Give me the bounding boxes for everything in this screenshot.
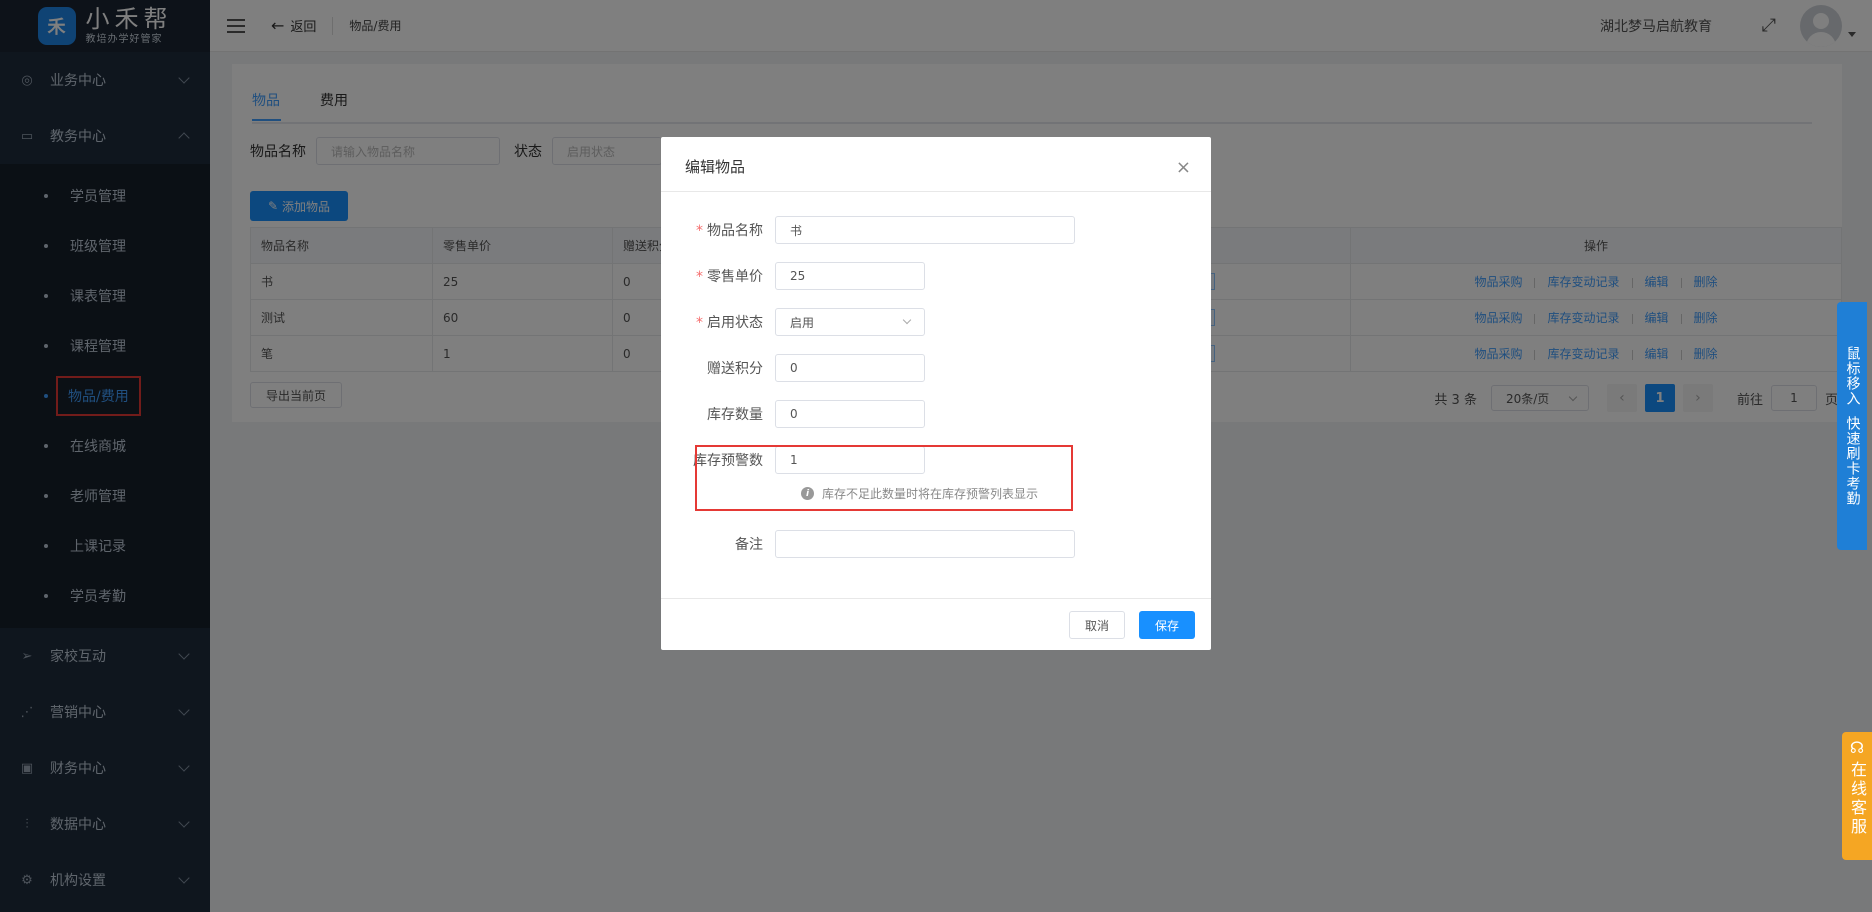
online-service-label: 在线客服 <box>1848 761 1867 837</box>
bonus-points-input[interactable]: 0 <box>775 354 925 382</box>
field-row-stock: 库存数量 0 <box>661 400 925 428</box>
attendance-label-bottom: 快速刷卡考勤 <box>1844 416 1861 506</box>
attendance-label-top: 鼠标移入 <box>1844 346 1861 406</box>
field-row-status: * 启用状态 启用 <box>661 308 925 336</box>
required-mark: * <box>696 315 703 331</box>
goods-name-input[interactable]: 书 <box>775 216 1075 244</box>
field-label: 启用状态 <box>707 315 763 331</box>
status-select-value: 启用 <box>790 315 815 330</box>
status-select[interactable]: 启用 <box>775 308 925 336</box>
field-row-price: * 零售单价 25 <box>661 262 925 290</box>
headset-icon: ☊ <box>1849 738 1865 757</box>
dialog-footer: 取消 保存 <box>661 598 1211 650</box>
stock-quantity-input[interactable]: 0 <box>775 400 925 428</box>
save-button[interactable]: 保存 <box>1139 611 1195 639</box>
online-service-button[interactable]: ☊ 在线客服 <box>1842 732 1872 860</box>
highlight-box <box>695 445 1073 511</box>
field-label: 库存数量 <box>707 407 763 423</box>
dialog-header: 编辑物品 × <box>661 137 1211 192</box>
field-row-name: * 物品名称 书 <box>661 216 1075 244</box>
field-row-points: 赠送积分 0 <box>661 354 925 382</box>
close-icon[interactable]: × <box>1176 157 1191 178</box>
field-row-remark: 备注 <box>661 530 1075 558</box>
retail-price-input[interactable]: 25 <box>775 262 925 290</box>
cancel-button[interactable]: 取消 <box>1069 611 1125 639</box>
field-label: 零售单价 <box>707 269 763 285</box>
field-label: 物品名称 <box>707 223 763 239</box>
field-label: 备注 <box>735 537 763 553</box>
chevron-down-icon <box>902 315 912 325</box>
remark-input[interactable] <box>775 530 1075 558</box>
quick-attendance-button[interactable]: 鼠标移入 快速刷卡考勤 <box>1837 302 1867 550</box>
required-mark: * <box>696 269 703 285</box>
field-label: 赠送积分 <box>707 361 763 377</box>
dialog-title: 编辑物品 <box>685 158 746 176</box>
edit-goods-dialog: 编辑物品 × * 物品名称 书 * 零售单价 25 * 启用状态 启用 赠送积分 0 … <box>661 137 1211 650</box>
required-mark: * <box>696 223 703 239</box>
